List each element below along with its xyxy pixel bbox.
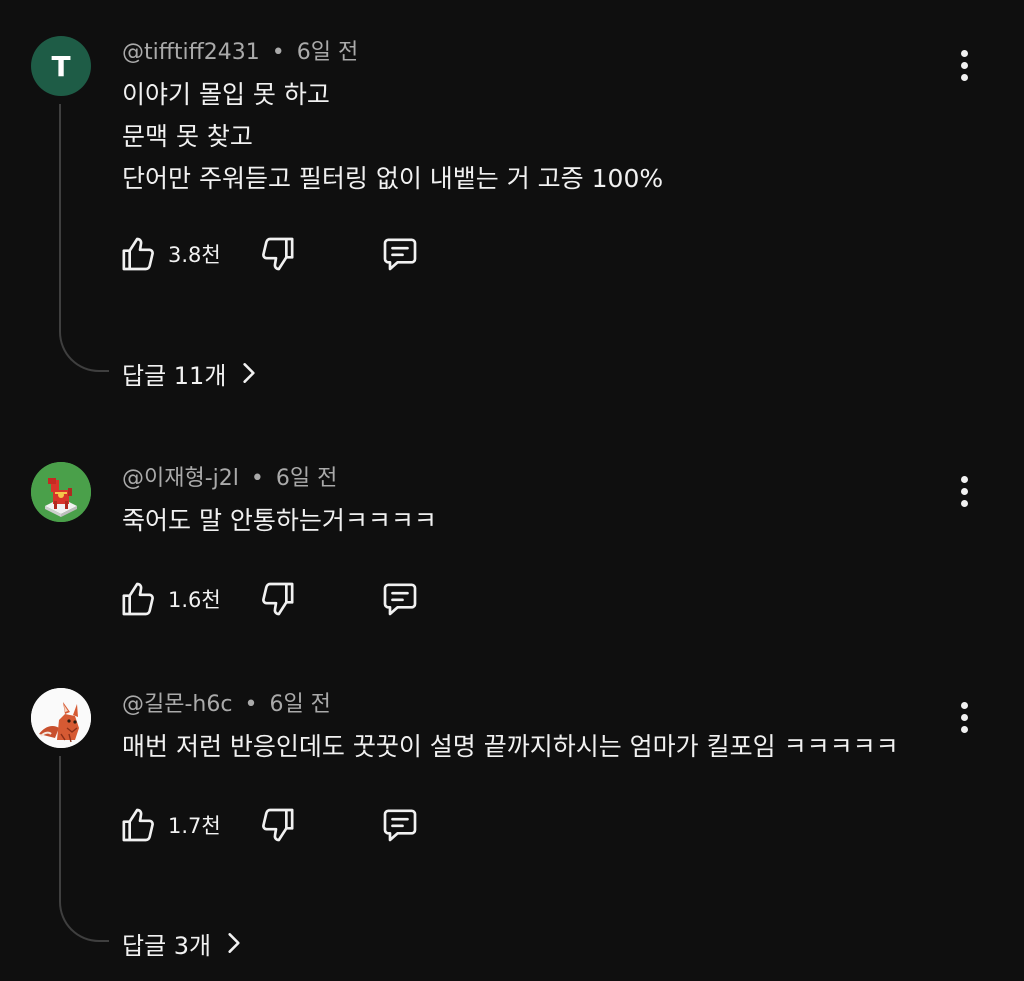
comment-text: 이야기 몰입 못 하고 문맥 못 찾고 단어만 주워듣고 필터링 없이 내뱉는 … <box>122 74 663 200</box>
comment-actions: 1.6천 <box>118 577 448 621</box>
reply-button[interactable] <box>380 803 420 847</box>
dislike-button[interactable] <box>258 577 298 621</box>
comment-meta: @tifftiff2431 • 6일 전 <box>122 39 358 67</box>
more-vert-icon-dot <box>960 73 968 81</box>
chevron-right-icon <box>228 933 240 953</box>
avatar[interactable] <box>31 688 91 748</box>
fox-avatar <box>31 688 91 748</box>
comment-actions: 1.7천 <box>118 803 448 847</box>
like-count: 1.6천 <box>168 588 221 612</box>
replies-label: 답글 3개 <box>122 931 212 960</box>
dislike-button[interactable] <box>258 232 298 276</box>
more-vert-icon <box>960 701 968 709</box>
separator-dot: • <box>244 692 258 717</box>
dislike-button[interactable] <box>258 803 298 847</box>
like-button[interactable]: 3.8천 <box>118 232 221 276</box>
comment-text: 매번 저런 반응인데도 꿋꿋이 설명 끝까지하시는 엄마가 킬포임 ㅋㅋㅋㅋㅋ <box>122 726 899 768</box>
thumbs-down-icon <box>262 237 294 271</box>
comment-time: 6일 전 <box>275 466 338 491</box>
comments-section: T @tifftiff2431 • 6일 전 이야기 몰입 못 하고 문맥 못 찾고… <box>0 0 1024 981</box>
more-vert-icon <box>960 49 968 57</box>
view-replies-button[interactable]: 답글 11개 <box>122 356 262 390</box>
author-name[interactable]: @tifftiff2431 <box>122 40 260 65</box>
comment-line: 죽어도 말 안통하는거ㅋㅋㅋㅋ <box>122 506 437 535</box>
comment-meta: @길몬-h6c • 6일 전 <box>122 691 331 719</box>
separator-dot: • <box>271 40 285 65</box>
separator-dot: • <box>250 466 264 491</box>
more-options-button[interactable] <box>946 471 982 511</box>
thread-connector-line <box>59 756 109 942</box>
comment-actions: 3.8천 <box>118 232 448 276</box>
like-count: 1.7천 <box>168 814 221 838</box>
more-options-button[interactable] <box>946 697 982 737</box>
replies-label: 답글 11개 <box>122 361 227 390</box>
more-vert-icon-dot <box>960 713 968 721</box>
comment-icon <box>383 809 417 842</box>
view-replies-button[interactable]: 답글 3개 <box>122 926 247 960</box>
reply-button[interactable] <box>380 232 420 276</box>
thread-connector-line <box>59 104 109 372</box>
avatar[interactable]: T <box>31 36 91 96</box>
author-name[interactable]: @이재형-j2l <box>122 466 239 491</box>
comment-time: 6일 전 <box>296 40 359 65</box>
more-vert-icon-dot <box>960 499 968 507</box>
author-name[interactable]: @길몬-h6c <box>122 692 232 717</box>
comment-text: 죽어도 말 안통하는거ㅋㅋㅋㅋ <box>122 500 437 542</box>
like-button[interactable]: 1.6천 <box>118 577 221 621</box>
comment-line: 단어만 주워듣고 필터링 없이 내뱉는 거 고증 100% <box>122 164 664 193</box>
comment-icon <box>383 238 417 271</box>
reply-button[interactable] <box>380 577 420 621</box>
more-options-button[interactable] <box>946 45 982 85</box>
thumbs-up-icon <box>122 582 154 616</box>
comment-time: 6일 전 <box>269 692 331 717</box>
thumbs-down-icon <box>262 808 294 842</box>
avatar[interactable] <box>31 462 91 522</box>
comment-icon <box>383 583 417 616</box>
chevron-right-icon <box>243 363 256 383</box>
more-vert-icon-dot <box>960 61 968 69</box>
thumbs-down-icon <box>262 582 294 616</box>
comment-line: 매번 저런 반응인데도 꿋꿋이 설명 끝까지하시는 엄마가 킬포임 ㅋㅋㅋㅋㅋ <box>122 732 899 761</box>
like-button[interactable]: 1.7천 <box>118 803 221 847</box>
comment-meta: @이재형-j2l • 6일 전 <box>122 465 337 493</box>
dala-horse-avatar <box>31 462 91 522</box>
more-vert-icon-dot <box>960 487 968 495</box>
more-vert-icon-dot <box>960 725 968 733</box>
thumbs-up-icon <box>122 808 154 842</box>
thumbs-up-icon <box>122 237 154 271</box>
like-count: 3.8천 <box>168 243 221 267</box>
comment-line: 문맥 못 찾고 <box>122 122 253 151</box>
comment-line: 이야기 몰입 못 하고 <box>122 80 330 109</box>
more-vert-icon <box>960 475 968 483</box>
